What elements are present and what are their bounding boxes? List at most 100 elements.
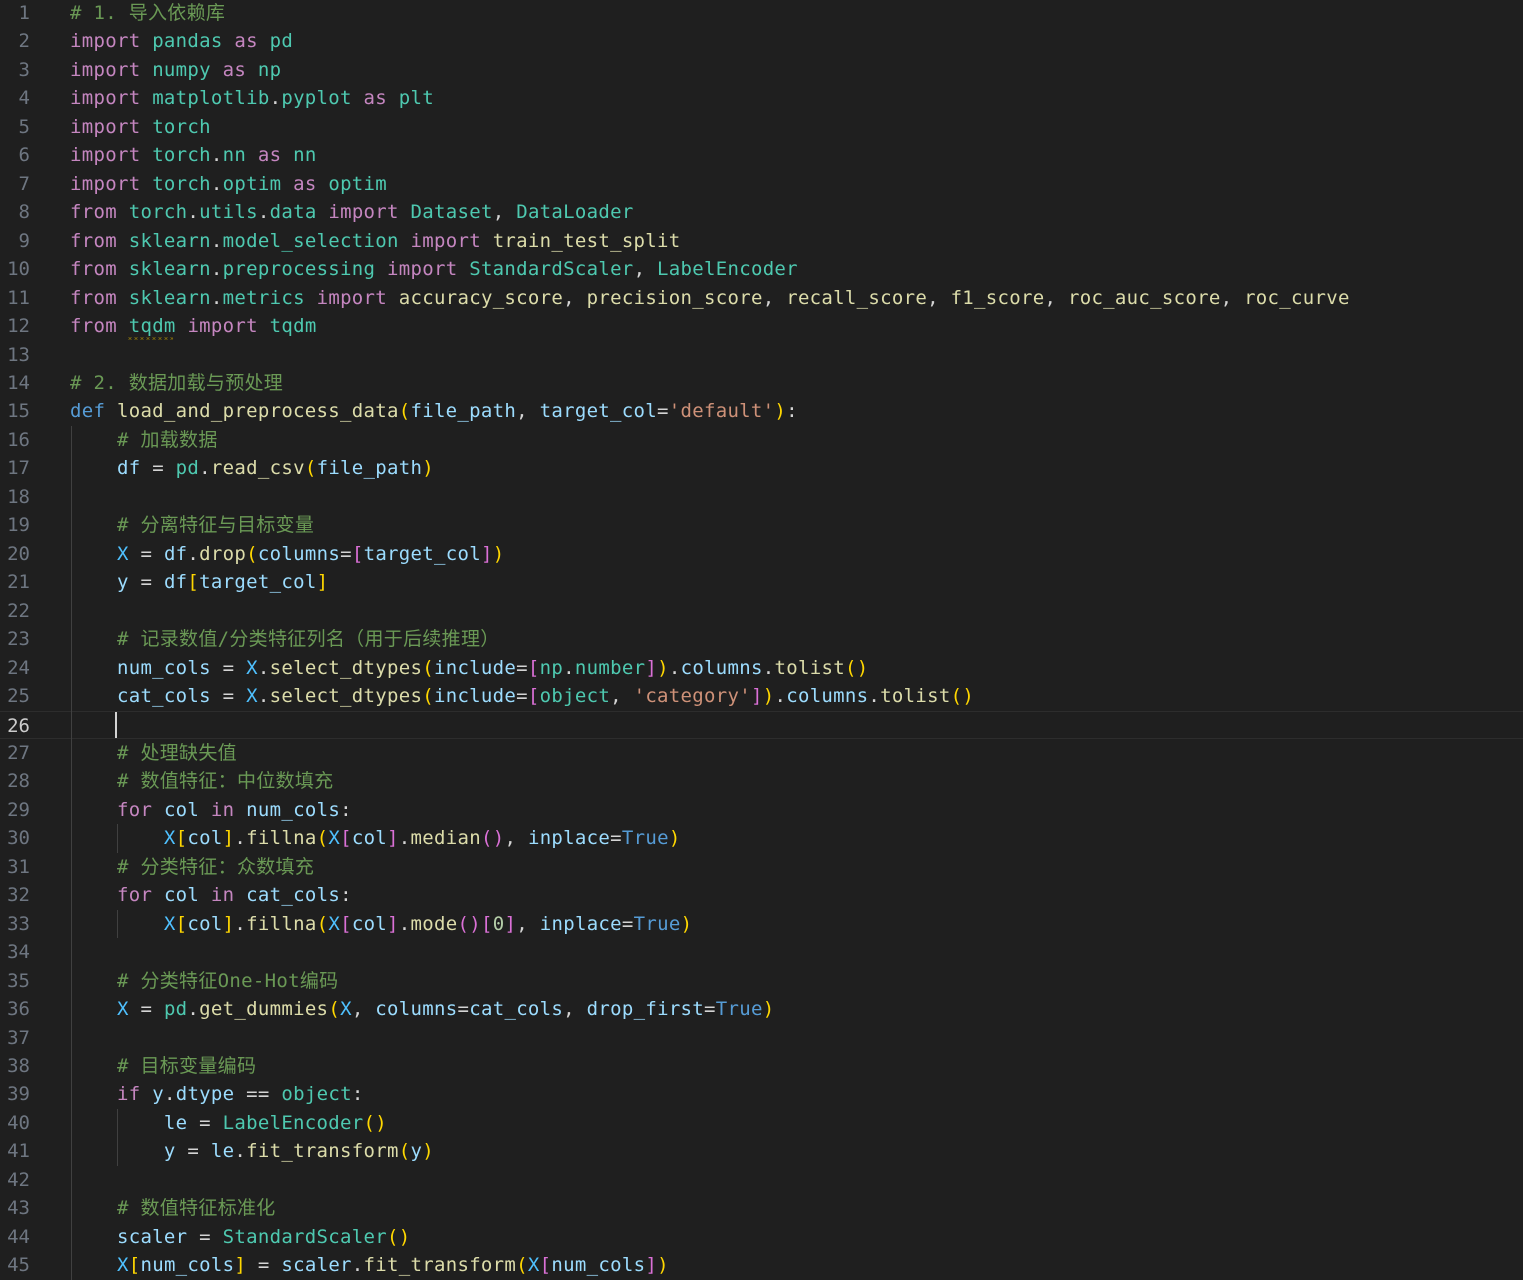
code-text[interactable]: from sklearn.preprocessing import Standa…	[70, 255, 798, 284]
code-line[interactable]: 32 for col in cat_cols:	[0, 881, 1523, 910]
code-text[interactable]: cat_cols = X.select_dtypes(include=[obje…	[70, 682, 974, 711]
code-line[interactable]: 6 import torch.nn as nn	[0, 141, 1523, 170]
code-text[interactable]: # 分类特征：众数填充	[70, 853, 314, 882]
code-line[interactable]: 33 X[col].fillna(X[col].mode()[0], inpla…	[0, 910, 1523, 939]
code-line[interactable]: 45 X[num_cols] = scaler.fit_transform(X[…	[0, 1251, 1523, 1280]
code-text[interactable]: X[col].fillna(X[col].mode()[0], inplace=…	[70, 910, 692, 939]
code-line[interactable]: 16 # 加载数据	[0, 426, 1523, 455]
code-line[interactable]: 11 from sklearn.metrics import accuracy_s…	[0, 284, 1523, 313]
code-line[interactable]: 4 import matplotlib.pyplot as plt	[0, 84, 1523, 113]
code-text[interactable]: import torch.nn as nn	[70, 141, 317, 170]
code-line[interactable]: 37	[0, 1024, 1523, 1053]
code-line[interactable]: 2 import pandas as pd	[0, 27, 1523, 56]
code-text[interactable]: def load_and_preprocess_data(file_path, …	[70, 397, 798, 426]
code-token: (	[516, 1254, 528, 1277]
code-text[interactable]: X = pd.get_dummies(X, columns=cat_cols, …	[70, 995, 775, 1024]
code-text[interactable]: from tqdm import tqdm	[70, 312, 317, 341]
code-text[interactable]: scaler = StandardScaler()	[70, 1223, 410, 1252]
code-line[interactable]: 41 y = le.fit_transform(y)	[0, 1137, 1523, 1166]
code-line[interactable]: 17 df = pd.read_csv(file_path)	[0, 454, 1523, 483]
code-token: y	[410, 1140, 423, 1163]
code-line[interactable]: 25 cat_cols = X.select_dtypes(include=[o…	[0, 682, 1523, 711]
code-token: )	[422, 1140, 434, 1163]
code-token: fit_transform	[246, 1140, 399, 1163]
code-line[interactable]: 42	[0, 1166, 1523, 1195]
code-text[interactable]: # 数值特征：中位数填充	[70, 767, 333, 796]
code-text[interactable]: # 分离特征与目标变量	[70, 511, 314, 540]
code-text[interactable]: # 记录数值/分类特征列名（用于后续推理）	[70, 625, 500, 654]
code-line[interactable]: 8 from torch.utils.data import Dataset, D…	[0, 198, 1523, 227]
code-text[interactable]: import matplotlib.pyplot as plt	[70, 84, 434, 113]
code-line[interactable]: 10 from sklearn.preprocessing import Stan…	[0, 255, 1523, 284]
code-text[interactable]: if y.dtype == object:	[70, 1080, 364, 1109]
code-line[interactable]: 40 le = LabelEncoder()	[0, 1109, 1523, 1138]
code-token: in	[210, 884, 235, 907]
code-line[interactable]: 5 import torch	[0, 113, 1523, 142]
code-text[interactable]	[70, 712, 117, 741]
code-text[interactable]: import torch.optim as optim	[70, 170, 387, 199]
code-text[interactable]: from sklearn.metrics import accuracy_sco…	[70, 284, 1350, 313]
code-line[interactable]: 31 # 分类特征：众数填充	[0, 853, 1523, 882]
code-line[interactable]: 26	[0, 710, 1523, 741]
code-text[interactable]: # 分类特征One-Hot编码	[70, 967, 338, 996]
code-text[interactable]: import numpy as np	[70, 56, 281, 85]
code-line[interactable]: 18	[0, 483, 1523, 512]
code-text[interactable]: # 加载数据	[70, 426, 218, 455]
code-line[interactable]: 27 # 处理缺失值	[0, 739, 1523, 768]
code-line[interactable]: 1 # 1. 导入依赖库	[0, 0, 1523, 28]
line-number: 6	[18, 144, 30, 167]
code-text[interactable]: from torch.utils.data import Dataset, Da…	[70, 198, 634, 227]
code-line[interactable]: 7 import torch.optim as optim	[0, 170, 1523, 199]
code-text[interactable]: # 目标变量编码	[70, 1052, 256, 1081]
code-text[interactable]: from sklearn.model_selection import trai…	[70, 227, 681, 256]
code-line[interactable]: 13	[0, 341, 1523, 370]
code-line[interactable]: 30 X[col].fillna(X[col].median(), inplac…	[0, 824, 1523, 853]
code-line[interactable]: 22	[0, 597, 1523, 626]
code-line[interactable]: 12 from tqdm import tqdm	[0, 312, 1523, 341]
code-text[interactable]: for col in num_cols:	[70, 796, 352, 825]
code-line[interactable]: 44 scaler = StandardScaler()	[0, 1223, 1523, 1252]
code-text[interactable]: # 处理缺失值	[70, 739, 237, 768]
code-line[interactable]: 39 if y.dtype == object:	[0, 1080, 1523, 1109]
code-line[interactable]: 20 X = df.drop(columns=[target_col])	[0, 540, 1523, 569]
code-text[interactable]: import pandas as pd	[70, 27, 293, 56]
code-text[interactable]: for col in cat_cols:	[70, 881, 352, 910]
code-editor[interactable]: 1 # 1. 导入依赖库 2 import pandas as pd 3 import n…	[0, 0, 1523, 1280]
code-text[interactable]: # 1. 导入依赖库	[70, 0, 225, 28]
code-text[interactable]: df = pd.read_csv(file_path)	[70, 454, 434, 483]
code-text[interactable]: # 数值特征标准化	[70, 1194, 276, 1223]
code-line[interactable]: 38 # 目标变量编码	[0, 1052, 1523, 1081]
code-line[interactable]: 9 from sklearn.model_selection import tra…	[0, 227, 1523, 256]
code-text[interactable]: import torch	[70, 113, 211, 142]
code-line[interactable]: 14 # 2. 数据加载与预处理	[0, 369, 1523, 398]
code-line[interactable]: 19 # 分离特征与目标变量	[0, 511, 1523, 540]
code-text[interactable]: y = df[target_col]	[70, 568, 328, 597]
code-token: ()	[457, 912, 481, 935]
code-line[interactable]: 24 num_cols = X.select_dtypes(include=[n…	[0, 654, 1523, 683]
code-text[interactable]: X[num_cols] = scaler.fit_transform(X[num…	[70, 1251, 669, 1280]
code-text[interactable]: X[col].fillna(X[col].median(), inplace=T…	[70, 824, 681, 853]
code-line[interactable]: 34	[0, 938, 1523, 967]
code-text[interactable]: y = le.fit_transform(y)	[70, 1137, 434, 1166]
code-line[interactable]: 29 for col in num_cols:	[0, 796, 1523, 825]
code-token: torch	[152, 115, 211, 138]
code-line[interactable]: 15 def load_and_preprocess_data(file_path…	[0, 397, 1523, 426]
code-line[interactable]: 23 # 记录数值/分类特征列名（用于后续推理）	[0, 625, 1523, 654]
code-line[interactable]: 28 # 数值特征：中位数填充	[0, 767, 1523, 796]
code-line[interactable]: 36 X = pd.get_dummies(X, columns=cat_col…	[0, 995, 1523, 1024]
code-text[interactable]: X = df.drop(columns=[target_col])	[70, 540, 504, 569]
code-token: .	[187, 201, 200, 224]
code-line[interactable]: 21 y = df[target_col]	[0, 568, 1523, 597]
code-line[interactable]: 3 import numpy as np	[0, 56, 1523, 85]
code-token: ()	[844, 656, 869, 679]
code-text[interactable]: num_cols = X.select_dtypes(include=[np.n…	[70, 654, 868, 683]
code-line[interactable]: 43 # 数值特征标准化	[0, 1194, 1523, 1223]
code-text[interactable]: # 2. 数据加载与预处理	[70, 369, 283, 398]
code-line[interactable]: 35 # 分类特征One-Hot编码	[0, 967, 1523, 996]
